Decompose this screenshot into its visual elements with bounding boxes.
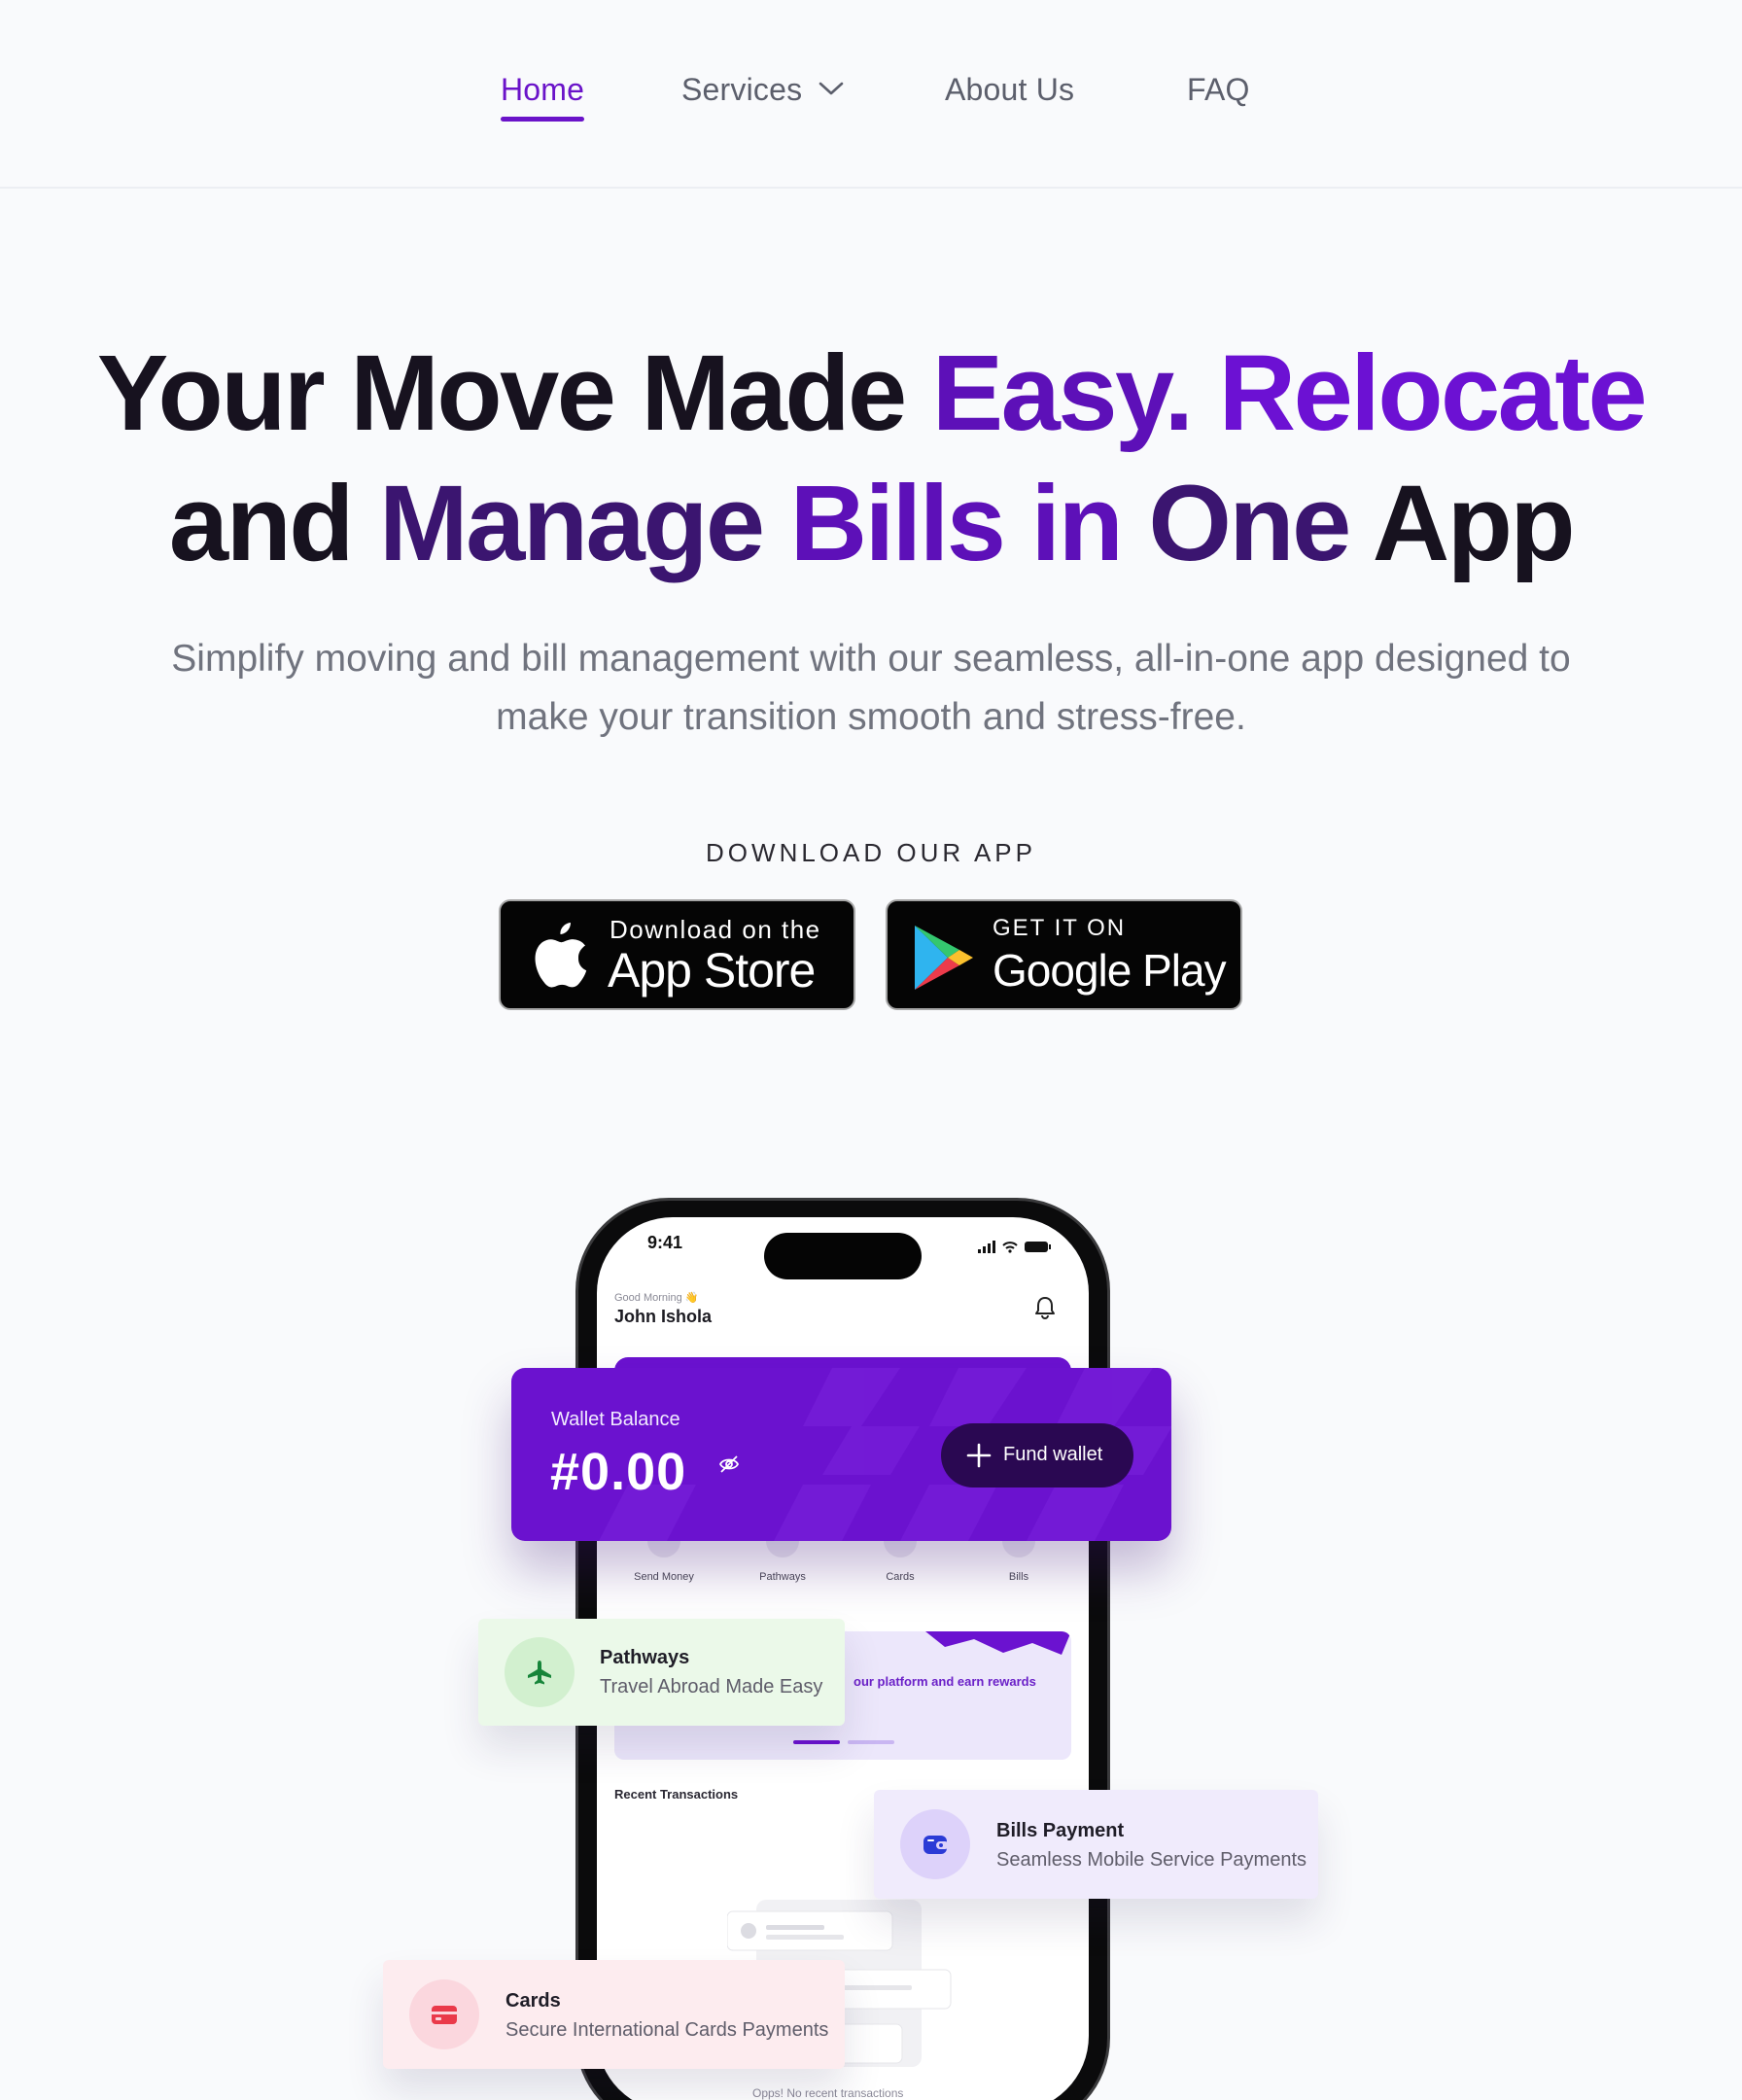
fund-wallet-label: Fund wallet (1003, 1444, 1103, 1465)
wallet-balance-label: Wallet Balance (551, 1409, 680, 1430)
quick-action-label: Send Money (634, 1571, 694, 1583)
airplane-icon (528, 1661, 551, 1685)
quick-action-label: Pathways (759, 1571, 806, 1583)
headline-part: and (168, 464, 355, 583)
credit-card-icon (884, 1538, 917, 1558)
quick-action-cards[interactable]: Cards (847, 1538, 954, 1583)
quick-actions: Send Money Pathways Cards Bills (597, 1538, 1089, 1596)
wallet-balance-amount: #0.00 (550, 1443, 687, 1501)
nav-faq-link[interactable]: FAQ (1187, 72, 1250, 108)
carousel-indicator[interactable] (848, 1740, 894, 1744)
headline-part: App (1372, 464, 1576, 583)
promo-illustration (925, 1631, 1071, 1655)
cards-title: Cards (505, 1990, 561, 2012)
hero-subtitle: Simplify moving and bill management with… (117, 630, 1625, 747)
nav-services-link[interactable]: Services (681, 72, 802, 108)
greeting-text: Good Morning 👋 (614, 1292, 699, 1304)
fund-wallet-button[interactable]: Fund wallet (941, 1423, 1133, 1488)
dynamic-island (764, 1233, 922, 1279)
chevron-down-icon[interactable] (818, 80, 845, 97)
bills-payment-subtitle: Seamless Mobile Service Payments (996, 1849, 1307, 1871)
app-store-button[interactable]: Download on the App Store (499, 899, 855, 1010)
bills-icon-circle (900, 1809, 970, 1879)
quick-action-label: Cards (886, 1571, 915, 1583)
user-name: John Ishola (614, 1307, 713, 1326)
bills-payment-title: Bills Payment (996, 1820, 1125, 1841)
bell-icon[interactable] (1034, 1295, 1056, 1320)
wallet-balance-card: Wallet Balance #0.00 Fund wallet (511, 1368, 1171, 1541)
quick-action-label: Bills (1008, 1571, 1029, 1583)
headline-part: Manage (379, 464, 765, 583)
quick-action-send-money[interactable]: Send Money (610, 1538, 717, 1583)
quick-action-pathways[interactable]: Pathways (729, 1538, 836, 1583)
promo-text: our platform and earn rewards (854, 1674, 1036, 1689)
pathways-subtitle: Travel Abroad Made Easy (600, 1676, 823, 1698)
hero-headline: Your Move Made Easy. Relocate and Manage… (0, 329, 1742, 589)
pathways-icon-circle (505, 1637, 575, 1707)
credit-card-icon (432, 2006, 457, 2024)
status-time: 9:41 (647, 1233, 683, 1252)
google-play-button[interactable]: GET IT ON Google Play (886, 899, 1242, 1010)
carousel-indicator-active[interactable] (793, 1740, 840, 1744)
bills-payment-feature-card[interactable]: Bills Payment Seamless Mobile Service Pa… (874, 1790, 1318, 1899)
cards-icon-circle (409, 1979, 479, 2049)
wallet-icon (1002, 1538, 1035, 1558)
send-icon (647, 1538, 680, 1558)
headline-part: Your Move (96, 333, 616, 453)
app-store-big-text: App Store (608, 943, 816, 998)
google-play-big-text: Google Play (993, 945, 1227, 996)
empty-state-text: Opps! No recent transactions (752, 2086, 904, 2100)
headline-part: Made (641, 333, 908, 453)
pathways-title: Pathways (600, 1647, 690, 1668)
recent-transactions-title: Recent Transactions (614, 1787, 739, 1802)
eye-off-icon[interactable] (718, 1453, 740, 1475)
app-store-small-text: Download on the (610, 915, 821, 944)
subtitle-line: Simplify moving and bill management with… (171, 638, 1571, 680)
headline-part: One (1148, 464, 1351, 583)
headline-part: Easy. (931, 333, 1194, 453)
signal-wifi-battery-icon (978, 1241, 1051, 1253)
top-nav: Home Services About Us FAQ (0, 0, 1742, 189)
quick-action-bills[interactable]: Bills (965, 1538, 1072, 1583)
headline-part: Relocate (1218, 333, 1648, 453)
download-label: DOWNLOAD OUR APP (706, 838, 1036, 867)
nav-about-link[interactable]: About Us (945, 72, 1074, 108)
plus-icon (966, 1443, 992, 1468)
nav-home-link[interactable]: Home (501, 72, 585, 122)
airplane-icon (766, 1538, 799, 1558)
google-play-icon (915, 926, 973, 990)
apple-icon (535, 923, 587, 988)
headline-part: Bills in (789, 464, 1124, 583)
subtitle-line: make your transition smooth and stress-f… (496, 696, 1246, 738)
google-play-small-text: GET IT ON (993, 915, 1127, 941)
pathways-feature-card[interactable]: Pathways Travel Abroad Made Easy (478, 1619, 845, 1726)
wallet-icon (923, 1836, 949, 1854)
cards-feature-card[interactable]: Cards Secure International Cards Payment… (383, 1960, 845, 2069)
cards-subtitle: Secure International Cards Payments (505, 2019, 829, 2041)
